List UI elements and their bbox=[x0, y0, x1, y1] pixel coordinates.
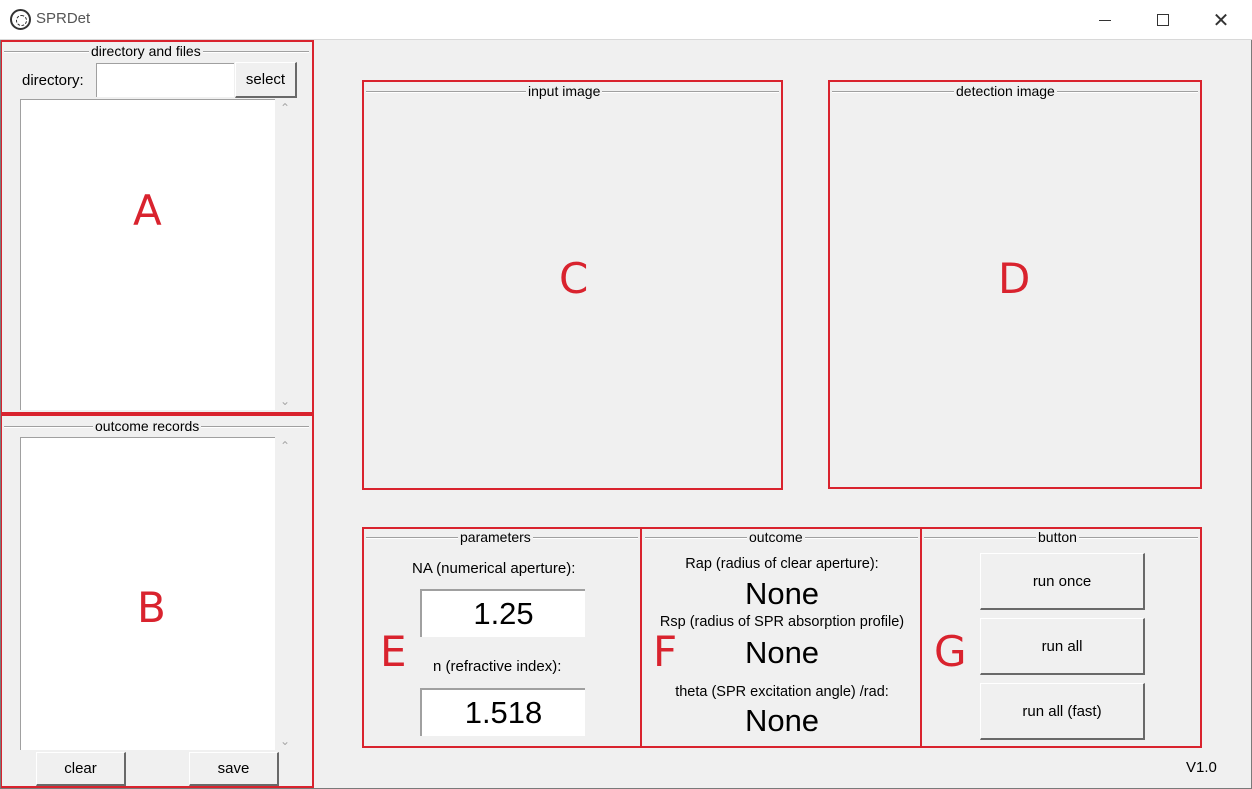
minimize-icon bbox=[1099, 19, 1111, 21]
close-icon: ✕ bbox=[1212, 8, 1230, 32]
annotation-label-c: C bbox=[559, 254, 589, 303]
window-title: SPRDet bbox=[36, 10, 91, 27]
annotation-box-f bbox=[640, 527, 922, 748]
annotation-label-a: A bbox=[133, 186, 162, 235]
annotation-label-b: B bbox=[137, 583, 166, 632]
title-bar: SPRDet ✕ bbox=[0, 0, 1252, 40]
annotation-label-f: F bbox=[653, 627, 678, 676]
maximize-button[interactable] bbox=[1134, 0, 1192, 40]
maximize-icon bbox=[1157, 14, 1169, 26]
version-label: V1.0 bbox=[1186, 759, 1217, 776]
close-button[interactable]: ✕ bbox=[1192, 0, 1250, 40]
minimize-button[interactable] bbox=[1076, 0, 1134, 40]
app-icon bbox=[10, 9, 31, 30]
annotation-label-g: G bbox=[934, 627, 967, 676]
annotation-label-e: E bbox=[380, 627, 407, 676]
annotation-label-d: D bbox=[998, 254, 1031, 303]
